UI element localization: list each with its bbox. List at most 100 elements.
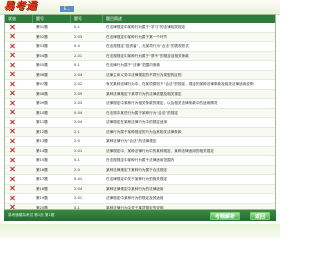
table-row[interactable]: 第14题 2-01 法律规定中，某种法律行为中的某种规定，某种法律适用的相关规定 (5, 146, 275, 156)
question-number: 第06题 (36, 72, 48, 77)
status-cell (5, 80, 33, 89)
question-number: 第16题 (36, 167, 48, 172)
question-summary: 在法规规定“投资者”，无某项行为“合法”的表现形式 (106, 44, 189, 48)
question-number: 第04题 (36, 53, 48, 58)
question-score: 2-01 (74, 53, 83, 58)
wrong-answer-icon (10, 138, 15, 143)
question-score: 0-01 (74, 177, 83, 181)
status-cell (5, 128, 33, 137)
app-window: 易考通 E... 状态 题号 题号 题目简述 第01题 0-1 在法律规定中某种行为… (0, 0, 280, 270)
wrong-answer-icon (10, 167, 15, 172)
table-row[interactable]: 第17题 0-01 在法律规定中关于某种行为的相关规定 (5, 175, 275, 185)
question-score: 2-02 (74, 82, 83, 86)
status-cell (5, 99, 33, 108)
question-score: 0-1 (74, 25, 80, 29)
table-row[interactable]: 第04题 2-01 在法规规定中某种行为属于“禁令”的规定及相关条款 (5, 51, 275, 61)
question-score: 2-01 (74, 196, 83, 200)
question-summary: 法律规定中某种行为的规定及其适用 (106, 196, 164, 200)
table-row[interactable]: 第05题 0-1 在法律行为属于“法律”范围内条款 (5, 61, 275, 71)
wrong-answer-icon (10, 100, 15, 105)
question-score: 2-01 (74, 148, 83, 153)
column-header-question: 题目简述 (106, 16, 122, 21)
table-row[interactable]: 第02题 2-03 在法律规定中某种行为属于某一个环节 (5, 32, 275, 42)
status-cell (5, 61, 33, 70)
question-score: 2-04 (74, 72, 83, 77)
question-score: 0-1 (74, 158, 80, 162)
table-row[interactable]: 第12题 2-1 法律行为属于某种规定的行为及其相关法律条款 (5, 127, 275, 137)
question-summary: 在法规规定中某种行为属于法律适用范围内 (106, 158, 175, 162)
wrong-answer-icon (10, 129, 15, 134)
question-score: 2-0 (74, 139, 80, 143)
question-score: 2-09 (74, 91, 83, 96)
table-row[interactable]: 第06题 2-04 法律主体义务中法律规定的不同行为类型的区别 (5, 70, 275, 80)
question-summary: 法律主体义务中法律规定的不同行为类型的区别 (106, 72, 182, 77)
question-summary: 在法规中某些行为属于某种行为“合法”的规定 (106, 110, 179, 115)
question-number: 第14题 (36, 148, 48, 153)
question-score: 0-0 (74, 44, 80, 48)
table-row[interactable]: 第19题 2-01 法律规定中某种行为的规定及其适用 (5, 194, 275, 204)
header-banner: 易考通 E... (0, 0, 280, 15)
question-number: 第17题 (36, 177, 48, 181)
question-summary: 在法律规定中关于某种行为的相关规定 (106, 177, 168, 181)
table-body: 第01题 0-1 在法律规定中某种行为属于“学习”的法律相关规定 第02题 2-03 在法… (5, 23, 275, 209)
question-summary: 某种法律规定下某项行为的法律依据及相关规定 (106, 91, 182, 96)
status-cell (5, 71, 33, 80)
question-number: 第01题 (36, 25, 48, 29)
status-cell (5, 166, 33, 175)
table-row[interactable]: 第01题 0-1 在法律规定中某种行为属于“学习”的法律相关规定 (5, 23, 275, 33)
question-number: 第15题 (36, 158, 48, 162)
wrong-answer-icon (10, 91, 15, 96)
question-summary: 在法律规定中某种行为属于某一个环节 (106, 34, 168, 39)
status-cell (5, 52, 33, 61)
question-number: 第12题 (36, 129, 48, 134)
question-score: 2-04 (74, 120, 83, 124)
table-header: 状态 题号 题号 题目简述 (5, 15, 275, 23)
logo-badge: E... (60, 6, 74, 12)
question-summary: 法律规定中某种行为相关条款的规定，以及相关法律条款中的适用情况 (106, 101, 218, 105)
question-number: 第10题 (36, 110, 48, 115)
wrong-answer-icon (10, 81, 15, 86)
bottom-decoration (0, 224, 280, 238)
table-row[interactable]: 第07题 2-02 有关某种法律行为中，在某项原则下“合法”的规定，规定的某种法律条… (5, 80, 275, 90)
status-cell (5, 137, 33, 146)
question-number: 第11题 (36, 120, 48, 124)
wrong-answer-icon (10, 72, 15, 77)
status-cell (5, 23, 33, 32)
question-number: 第05题 (36, 63, 48, 67)
status-cell (5, 33, 33, 42)
status-cell (5, 185, 33, 194)
question-number: 第13题 (36, 139, 48, 143)
wrong-answer-icon (10, 148, 15, 153)
question-number: 第19题 (36, 196, 48, 200)
question-summary: 有关某种法律行为中，在某项原则下“合法”的规定，规定的某种法律条款及相关法律适用… (106, 82, 254, 86)
table-row[interactable]: 第11题 2-04 法律规定在某种法律行为中的规定适用 (5, 118, 275, 128)
table-row[interactable]: 第16题 2-0 某种法律规定下某种行为属于合法规定 (5, 165, 275, 175)
wrong-answer-icon (10, 119, 15, 124)
back-button[interactable]: 返回 (250, 212, 270, 220)
wrong-answer-icon (10, 176, 15, 181)
table-row[interactable]: 第15题 0-1 在法规规定中某种行为属于法律适用范围内 (5, 156, 275, 166)
question-number: 第18题 (36, 186, 48, 191)
table-row[interactable]: 第10题 0-04 在法规中某些行为属于某种行为“合法”的规定 (5, 108, 275, 118)
question-summary: 某种法律规定中某种行为的法律适用 (106, 186, 164, 191)
status-cell (5, 90, 33, 99)
question-summary: 某种法律规定下某种行为属于合法规定 (106, 167, 168, 172)
table-row[interactable]: 第08题 2-09 某种法律规定下某项行为的法律依据及相关规定 (5, 89, 275, 99)
status-cell (5, 156, 33, 165)
table-row[interactable]: 第03题 0-0 在法规规定“投资者”，无某项行为“合法”的表现形式 (5, 42, 275, 52)
view-analysis-button[interactable]: 考题解析 (210, 212, 240, 220)
question-summary: 法律行为属于某种规定的行为及其相关法律条款 (106, 129, 182, 134)
table-row[interactable]: 第18题 2-04 某种法律规定中某种行为的法律适用 (5, 184, 275, 194)
question-summary: 在法律行为属于“法律”范围内条款 (106, 63, 161, 67)
column-header-number: 题号 (33, 15, 71, 23)
table-row[interactable]: 第09题 2-03 法律规定中某种行为相关条款的规定，以及相关法律条款中的适用情况 (5, 99, 275, 109)
question-score: 2-1 (74, 129, 80, 134)
question-score: 2-04 (74, 186, 83, 191)
table-row[interactable]: 第13题 2-0 某种法律行为“合法”的法律规定 (5, 137, 275, 147)
question-number: 第02题 (36, 34, 48, 39)
app-logo: 易考通 (4, 1, 37, 12)
question-score: 0-1 (74, 63, 80, 67)
question-score: 2-0 (74, 167, 80, 172)
question-number: 第03题 (36, 44, 48, 48)
column-header-status: 状态 (5, 15, 33, 23)
